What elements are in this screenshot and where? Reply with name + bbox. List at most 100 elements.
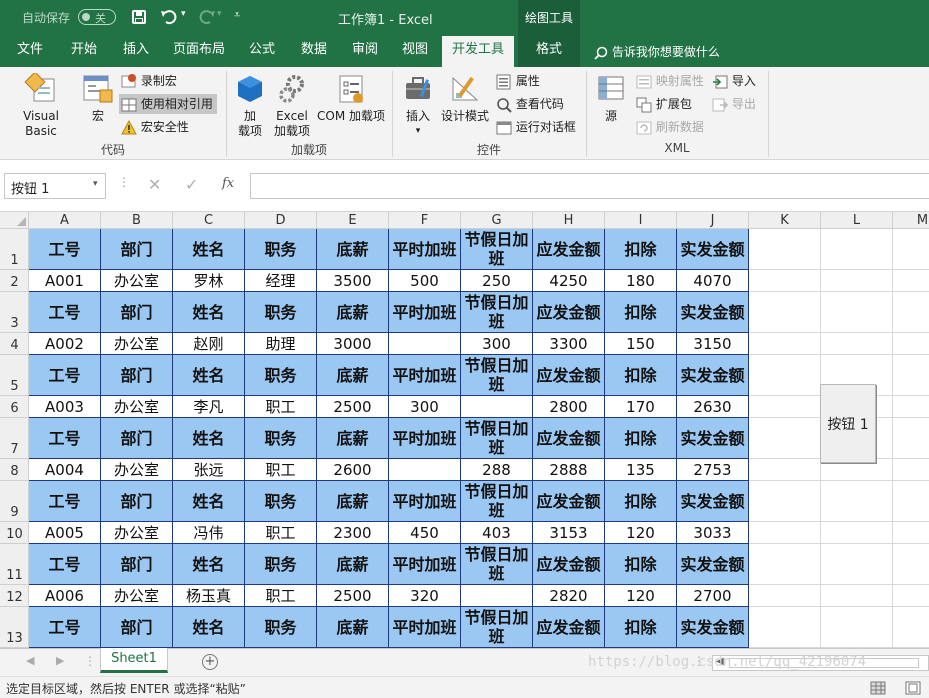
header-cell[interactable]: 姓名 [173,355,245,396]
data-cell[interactable]: 150 [605,333,677,355]
spreadsheet-grid[interactable]: ABCDEFGHIJKLM 1 2 3 4 5 6 7 8 9 10 11 12 13 工号 部门 姓名 职务… [0,212,929,648]
data-cell[interactable]: 2888 [533,459,605,481]
header-cell[interactable]: 部门 [101,544,173,585]
header-cell[interactable]: 应发金额 [533,292,605,333]
data-cell[interactable]: 2820 [533,585,605,607]
tab-formulas[interactable]: 公式 [240,36,284,67]
data-cell[interactable]: 170 [605,396,677,418]
row-header[interactable]: 12 [0,585,29,607]
xml-import-button[interactable]: 导入 [712,71,756,91]
sheet-tab-sheet1[interactable]: Sheet1 [100,648,168,673]
add-sheet-icon[interactable]: + [202,654,218,670]
data-cell[interactable]: A005 [29,522,101,544]
header-cell[interactable]: 平时加班 [389,355,461,396]
data-cell[interactable]: A004 [29,459,101,481]
header-cell[interactable]: 部门 [101,481,173,522]
header-cell[interactable]: 姓名 [173,481,245,522]
empty-cell[interactable] [749,333,821,355]
tell-me-search[interactable]: 告诉我你想要做什么 [594,42,720,62]
data-cell[interactable]: 李凡 [173,396,245,418]
data-cell[interactable]: 职工 [245,585,317,607]
header-cell[interactable]: 应发金额 [533,418,605,459]
insert-function-icon[interactable]: fx [222,176,234,191]
header-cell[interactable]: 底薪 [317,544,389,585]
data-cell[interactable]: 2500 [317,585,389,607]
header-cell[interactable]: 扣除 [605,355,677,396]
data-cell[interactable]: 250 [461,270,533,292]
header-cell[interactable]: 应发金额 [533,544,605,585]
row-header[interactable]: 2 [0,270,29,292]
redo-icon[interactable] [196,9,216,25]
tab-format[interactable]: 格式 [518,36,580,67]
header-cell[interactable]: 姓名 [173,418,245,459]
com-addins-button[interactable]: COM 加载项 [314,73,388,137]
data-cell[interactable]: 办公室 [101,522,173,544]
name-box[interactable]: 按钮 1 ▾ [4,173,106,199]
column-header[interactable]: B [101,212,173,229]
header-cell[interactable]: 底薪 [317,355,389,396]
row-header[interactable]: 8 [0,459,29,481]
empty-cell[interactable] [893,607,929,648]
visual-basic-button[interactable]: Visual Basic [6,71,76,138]
header-cell[interactable]: 节假日加班 [461,418,533,459]
empty-cell[interactable] [749,607,821,648]
data-cell[interactable]: 3500 [317,270,389,292]
normal-view-icon[interactable] [870,681,886,695]
data-cell[interactable]: 300 [389,396,461,418]
header-cell[interactable]: 底薪 [317,292,389,333]
data-cell[interactable]: 2300 [317,522,389,544]
empty-cell[interactable] [893,355,929,396]
expansion-packs-button[interactable]: 扩展包 [636,94,692,114]
view-code-button[interactable]: 查看代码 [496,94,564,114]
header-cell[interactable]: 节假日加班 [461,481,533,522]
header-cell[interactable]: 实发金额 [677,544,749,585]
header-cell[interactable]: 实发金额 [677,355,749,396]
tab-view[interactable]: 视图 [393,36,437,67]
header-cell[interactable]: 姓名 [173,292,245,333]
empty-cell[interactable] [821,270,893,292]
data-cell[interactable]: A001 [29,270,101,292]
header-cell[interactable]: 扣除 [605,418,677,459]
tab-home[interactable]: 开始 [62,36,106,67]
header-cell[interactable]: 工号 [29,607,101,648]
data-cell[interactable]: 办公室 [101,396,173,418]
column-header[interactable]: A [29,212,101,229]
header-cell[interactable]: 职务 [245,544,317,585]
empty-cell[interactable] [749,396,821,418]
macro-security-button[interactable]: 宏安全性 [121,117,189,137]
form-button-1[interactable]: 按钮 1 [820,384,876,463]
column-header[interactable]: I [605,212,677,229]
data-cell[interactable]: 职工 [245,459,317,481]
data-cell[interactable]: 3150 [677,333,749,355]
xml-source-button[interactable]: 源 [592,73,630,133]
data-cell[interactable]: 135 [605,459,677,481]
data-cell[interactable]: 职工 [245,522,317,544]
row-header[interactable]: 9 [0,481,29,522]
record-macro-button[interactable]: 录制宏 [121,71,177,91]
row-header[interactable]: 10 [0,522,29,544]
empty-cell[interactable] [821,607,893,648]
data-cell[interactable]: 办公室 [101,333,173,355]
empty-cell[interactable] [749,481,821,522]
data-cell[interactable]: 4070 [677,270,749,292]
data-cell[interactable]: 3033 [677,522,749,544]
xml-export-button[interactable]: 导出 [712,94,756,114]
header-cell[interactable]: 平时加班 [389,544,461,585]
data-cell[interactable]: 450 [389,522,461,544]
row-header[interactable]: 3 [0,292,29,333]
header-cell[interactable]: 工号 [29,355,101,396]
header-cell[interactable]: 部门 [101,292,173,333]
header-cell[interactable]: 应发金额 [533,229,605,270]
data-cell[interactable]: 3153 [533,522,605,544]
header-cell[interactable]: 应发金额 [533,607,605,648]
empty-cell[interactable] [821,522,893,544]
row-header[interactable]: 1 [0,229,29,270]
header-cell[interactable]: 平时加班 [389,481,461,522]
tab-review[interactable]: 审阅 [343,36,387,67]
data-cell[interactable]: 办公室 [101,270,173,292]
header-cell[interactable]: 工号 [29,292,101,333]
header-cell[interactable]: 实发金额 [677,481,749,522]
empty-cell[interactable] [893,229,929,270]
scroll-left-icon[interactable]: ◀ [26,654,34,667]
empty-cell[interactable] [821,544,893,585]
